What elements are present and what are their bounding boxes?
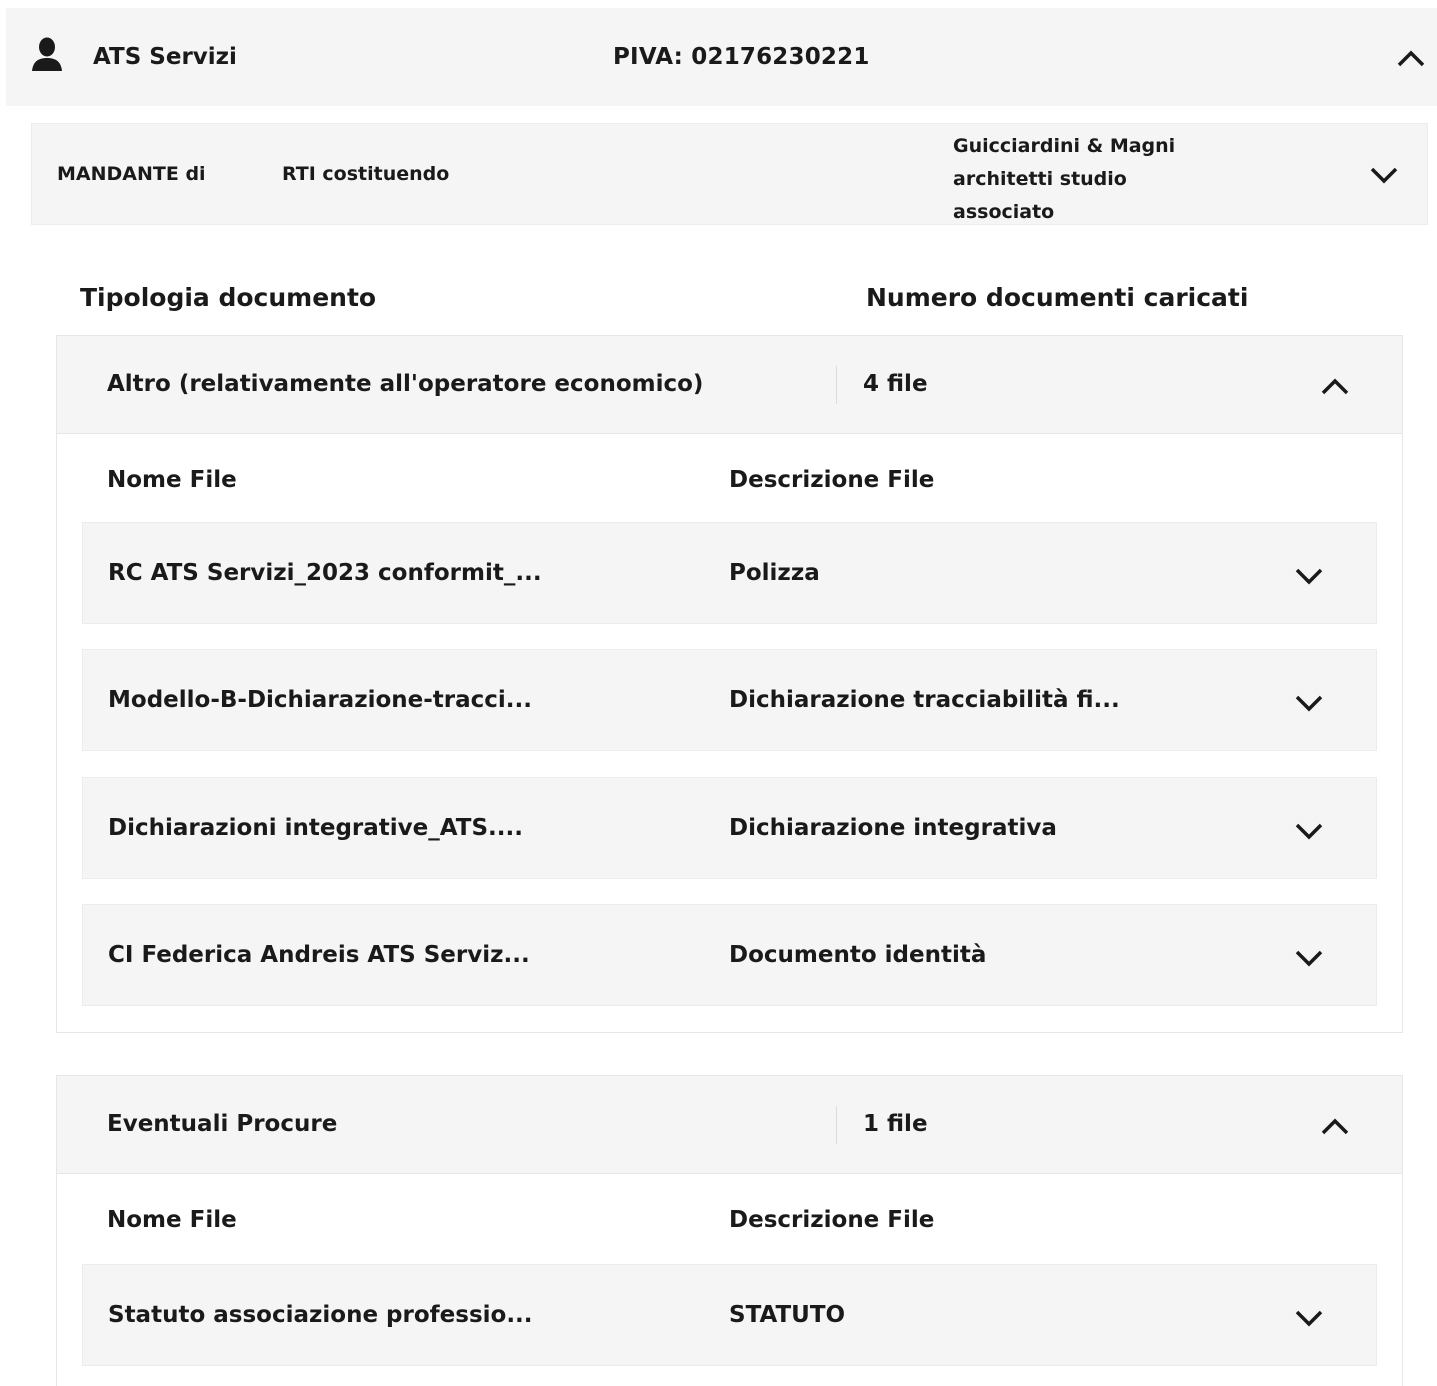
operator-header[interactable]: ATS Servizi PIVA: 02176230221 — [6, 8, 1437, 106]
divider — [836, 1106, 837, 1144]
operator-name: ATS Servizi — [93, 44, 237, 70]
file-name: CI Federica Andreis ATS Serviz... — [108, 942, 530, 968]
group-header[interactable]: Eventuali Procure 1 file — [57, 1076, 1402, 1174]
user-icon — [30, 37, 74, 77]
chevron-down-icon[interactable] — [1294, 566, 1324, 586]
group-title: Altro (relativamente all'operatore econo… — [107, 371, 704, 397]
chevron-down-icon[interactable] — [1294, 821, 1324, 841]
file-description: Dichiarazione tracciabilità fi... — [729, 687, 1120, 713]
rti-role: MANDANTE di — [57, 163, 206, 185]
column-header-doc-count: Numero documenti caricati — [866, 283, 1249, 312]
file-row[interactable]: Statuto associazione professio... STATUT… — [82, 1264, 1377, 1366]
chevron-up-icon[interactable] — [1320, 1116, 1350, 1136]
file-name-header: Nome File — [107, 1207, 237, 1233]
file-description-header: Descrizione File — [729, 467, 935, 493]
rti-type: RTI costituendo — [282, 163, 450, 185]
group-file-count: 4 file — [863, 371, 928, 397]
chevron-up-icon[interactable] — [1320, 376, 1350, 396]
file-description: STATUTO — [729, 1302, 846, 1328]
chevron-down-icon[interactable] — [1294, 1308, 1324, 1328]
file-description: Polizza — [729, 560, 820, 586]
doc-group-altro: Altro (relativamente all'operatore econo… — [56, 335, 1403, 1033]
group-file-count: 1 file — [863, 1111, 928, 1137]
file-row[interactable]: Dichiarazioni integrative_ATS.... Dichia… — [82, 777, 1377, 879]
group-title: Eventuali Procure — [107, 1111, 338, 1137]
group-header[interactable]: Altro (relativamente all'operatore econo… — [57, 336, 1402, 434]
file-name: Modello-B-Dichiarazione-tracci... — [108, 687, 533, 713]
chevron-down-icon[interactable] — [1294, 693, 1324, 713]
operator-piva: PIVA: 02176230221 — [613, 44, 870, 70]
file-name: RC ATS Servizi_2023 conformit_... — [108, 560, 542, 586]
file-description: Dichiarazione integrativa — [729, 815, 1057, 841]
doc-group-procure: Eventuali Procure 1 file Nome File Descr… — [56, 1075, 1403, 1386]
file-description-header: Descrizione File — [729, 1207, 935, 1233]
file-row[interactable]: RC ATS Servizi_2023 conformit_... Polizz… — [82, 522, 1377, 624]
file-description: Documento identità — [729, 942, 987, 968]
file-name: Statuto associazione professio... — [108, 1302, 533, 1328]
file-name: Dichiarazioni integrative_ATS.... — [108, 815, 523, 841]
file-row[interactable]: CI Federica Andreis ATS Serviz... Docume… — [82, 904, 1377, 1006]
chevron-down-icon[interactable] — [1294, 948, 1324, 968]
column-header-doc-type: Tipologia documento — [80, 283, 377, 312]
chevron-up-icon[interactable] — [1396, 48, 1426, 68]
file-name-header: Nome File — [107, 467, 237, 493]
rti-name: Guicciardini & Magni architetti studio a… — [953, 135, 1176, 223]
file-row[interactable]: Modello-B-Dichiarazione-tracci... Dichia… — [82, 649, 1377, 751]
chevron-down-icon[interactable] — [1369, 165, 1399, 185]
rti-row[interactable]: MANDANTE di RTI costituendo Guicciardini… — [31, 123, 1428, 225]
divider — [836, 366, 837, 404]
